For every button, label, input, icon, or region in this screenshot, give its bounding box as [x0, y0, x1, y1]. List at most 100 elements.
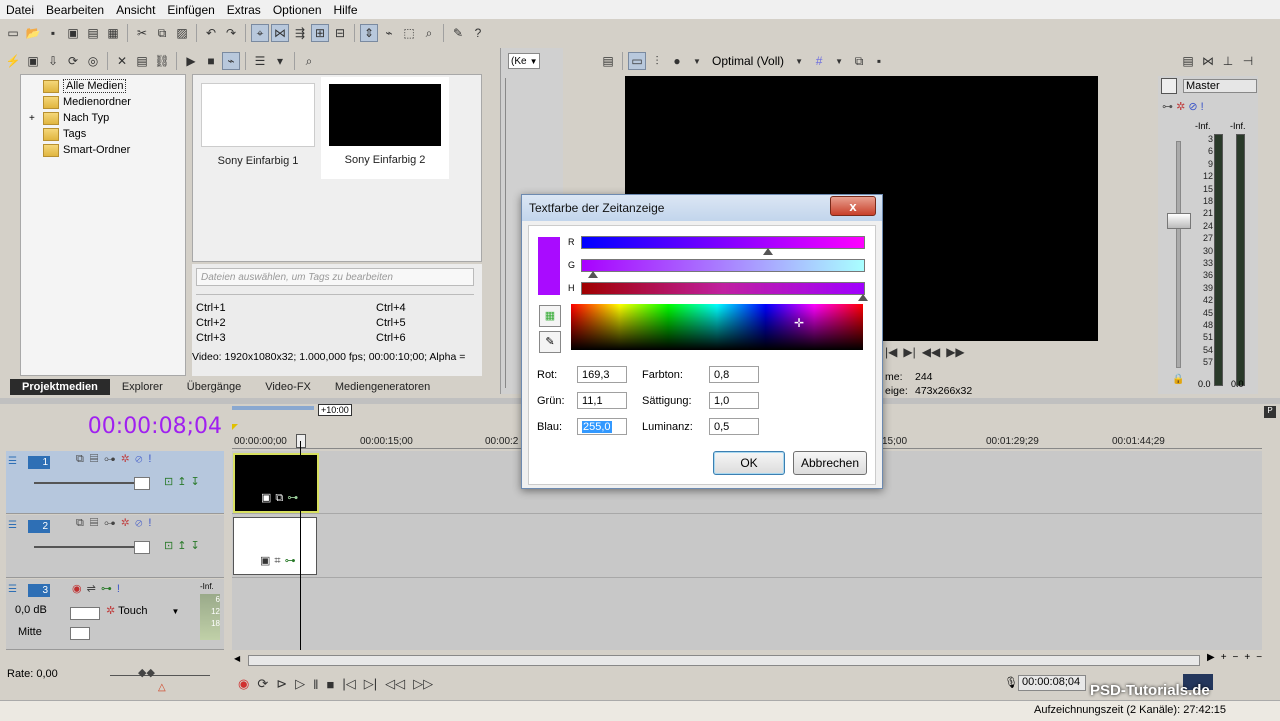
compositing-mode-icon[interactable]: ⊡ [164, 476, 177, 488]
render-icon[interactable]: ▦ [104, 24, 122, 42]
tab-project-media[interactable]: Projektmedien [10, 379, 110, 395]
preview-fx-icon[interactable]: ● [668, 52, 686, 70]
zoom-in-v-icon[interactable]: + [1244, 652, 1256, 663]
child-icon[interactable]: ↧ [190, 476, 203, 488]
menu-ansicht[interactable]: Ansicht [110, 3, 161, 17]
solo-icon[interactable]: ! [148, 517, 157, 529]
mute-icon[interactable]: ⊘ [1188, 101, 1197, 113]
mic-icon[interactable]: 🎙 [1004, 676, 1018, 689]
solo-icon[interactable]: ! [117, 583, 125, 595]
tree-item-media-folder[interactable]: Medienordner [43, 94, 185, 110]
expand-plus-icon[interactable]: + [29, 113, 35, 124]
menu-bearbeiten[interactable]: Bearbeiten [40, 3, 110, 17]
master-fx-icon[interactable] [1161, 78, 1177, 94]
level-slider-handle[interactable] [134, 477, 150, 490]
snap-icon[interactable]: ⌖ [251, 24, 269, 42]
undo-icon[interactable]: ↶ [202, 24, 220, 42]
track-fx-icon[interactable]: ▤ [90, 517, 104, 529]
solo-icon[interactable]: ! [148, 453, 157, 465]
redo-icon[interactable]: ↷ [222, 24, 240, 42]
copy-icon[interactable]: ⧉ [153, 24, 171, 42]
step-back-icon[interactable]: ◀◀ [922, 345, 940, 359]
menu-datei[interactable]: Datei [0, 3, 40, 17]
blue-field[interactable]: 255,0 [577, 418, 627, 435]
cancel-button[interactable]: Abbrechen [793, 451, 867, 475]
volume-slider-handle[interactable] [70, 607, 100, 620]
tab-explorer[interactable]: Explorer [110, 379, 175, 395]
go-to-end-icon[interactable]: ▷| [364, 676, 377, 692]
play-from-start-icon[interactable]: ⊳ [276, 676, 287, 692]
crop-icon[interactable]: ⧉ [275, 492, 287, 504]
composite-icon[interactable]: ⧉ [76, 453, 90, 465]
lock-icon[interactable]: 🔒 [1172, 374, 1184, 385]
event-fx-icon[interactable]: ⊶ [285, 555, 300, 567]
whats-this-icon[interactable]: ? [469, 24, 487, 42]
track-motion-icon[interactable]: ⊶ [104, 517, 121, 529]
stop-media-icon[interactable]: ■ [202, 52, 220, 70]
play-media-icon[interactable]: ▶ [182, 52, 200, 70]
dim-output-icon[interactable]: ⊣ [1239, 52, 1257, 70]
save-icon[interactable]: ▪ [44, 24, 62, 42]
scroll-right-icon[interactable]: ▶ [1207, 652, 1221, 663]
track-fx-icon[interactable]: ▤ [90, 453, 104, 465]
insert-fx-icon[interactable]: ⊶ [1162, 101, 1173, 113]
quality-dropdown-icon[interactable]: ▼ [688, 52, 706, 70]
mute-icon[interactable]: ⊘ [135, 453, 148, 465]
composite-icon[interactable]: ⧉ [76, 517, 90, 529]
downmix-icon[interactable]: ⋈ [1199, 52, 1217, 70]
level-slider-handle[interactable] [134, 541, 150, 554]
save-as-icon[interactable]: ▣ [64, 24, 82, 42]
properties-tool-icon[interactable]: ✎ [449, 24, 467, 42]
parent-icon[interactable]: ↥ [177, 540, 190, 552]
step-forward-icon[interactable]: ▶▶ [946, 345, 964, 359]
timecode-display[interactable]: 00:00:08;04 [88, 414, 222, 439]
view-mode-icon[interactable]: ☰ [251, 52, 269, 70]
gear-icon[interactable]: ✲ [121, 453, 135, 465]
refresh-icon[interactable]: ⟳ [64, 52, 82, 70]
view-dropdown-icon[interactable]: ▾ [271, 52, 289, 70]
preview-quality[interactable]: Optimal (Voll) [712, 54, 784, 68]
ignore-grouping-icon[interactable]: ⊟ [331, 24, 349, 42]
quality-chevron-icon[interactable]: ▼ [790, 52, 808, 70]
event-pan-crop-icon[interactable]: ▣ [261, 492, 275, 504]
gear-icon[interactable]: ✲ [1176, 101, 1185, 113]
hue-field[interactable]: 0,8 [709, 366, 759, 383]
record-icon[interactable]: ◉ [238, 676, 249, 692]
green-field[interactable]: 11,1 [577, 392, 627, 409]
media-properties-icon[interactable]: ▤ [133, 52, 151, 70]
preview-properties-icon[interactable]: ▤ [599, 52, 617, 70]
automation-mode[interactable]: ✲ Touch ▼ [106, 604, 179, 617]
close-button[interactable]: x [830, 196, 876, 216]
zoom-in-icon[interactable]: + [1221, 652, 1233, 663]
markers-icon[interactable]: P [1264, 406, 1276, 418]
master-properties-icon[interactable]: ▤ [1179, 52, 1197, 70]
level-slider[interactable] [34, 546, 144, 548]
new-file-icon[interactable]: ▭ [4, 24, 22, 42]
green-slider-thumb[interactable] [588, 271, 598, 278]
ripple-edit-icon[interactable]: ⇶ [291, 24, 309, 42]
copy-snapshot-icon[interactable]: ⧉ [850, 52, 868, 70]
crop-icon[interactable]: ⌗ [274, 555, 284, 567]
track-fx-icon[interactable]: ⊶ [101, 583, 117, 595]
go-to-start-icon[interactable]: |◁ [342, 676, 355, 692]
master-fader-handle[interactable] [1167, 213, 1191, 229]
ok-button[interactable]: OK [713, 451, 785, 475]
hue-slider[interactable] [581, 282, 865, 295]
external-monitor-icon[interactable]: ▭ [628, 52, 646, 70]
media-item-selected[interactable]: Sony Einfarbig 2 [321, 77, 449, 179]
menu-optionen[interactable]: Optionen [267, 3, 328, 17]
lock-fader-icon[interactable]: ⊥ [1219, 52, 1237, 70]
overlays-dropdown-icon[interactable]: ▼ [830, 52, 848, 70]
tab-video-fx[interactable]: Video-FX [253, 379, 323, 395]
red-field[interactable]: 169,3 [577, 366, 627, 383]
tags-input[interactable]: Dateien auswählen, um Tags zu bearbeiten [196, 268, 474, 286]
menu-hilfe[interactable]: Hilfe [328, 3, 364, 17]
paste-icon[interactable]: ▨ [173, 24, 191, 42]
playhead-handle[interactable] [296, 434, 306, 448]
capture-video-icon[interactable]: ▣ [24, 52, 42, 70]
get-media-icon[interactable]: ⇩ [44, 52, 62, 70]
tree-item-all-media[interactable]: Alle Medien [43, 78, 185, 94]
rate-slider[interactable] [110, 675, 210, 676]
import-media-icon[interactable]: ⚡ [4, 52, 22, 70]
stop-icon[interactable]: ■ [327, 677, 335, 692]
